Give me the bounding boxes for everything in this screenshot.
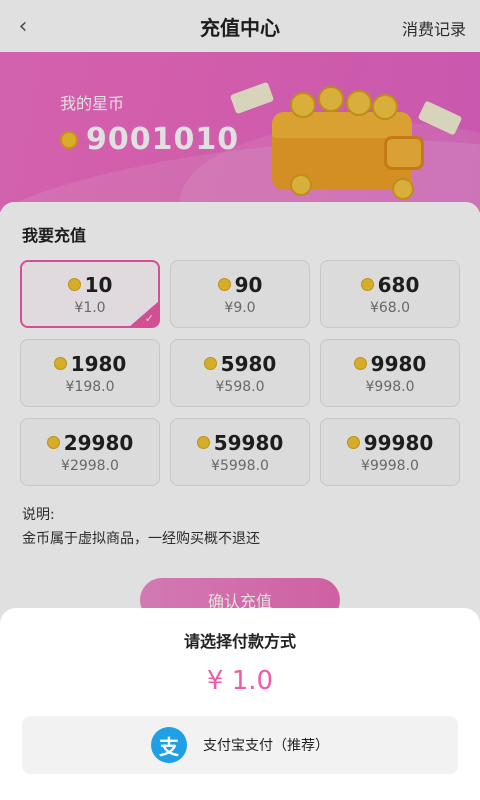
alipay-icon: 支 — [151, 727, 187, 763]
payment-method-sheet: 请选择付款方式 ¥ 1.0 支 支付宝支付（推荐） — [0, 608, 480, 800]
alipay-option[interactable]: 支 支付宝支付（推荐） — [22, 716, 458, 774]
alipay-option-label: 支付宝支付（推荐） — [203, 738, 329, 754]
payment-amount: ¥ 1.0 — [206, 666, 274, 696]
sheet-title: 请选择付款方式 — [183, 632, 296, 651]
